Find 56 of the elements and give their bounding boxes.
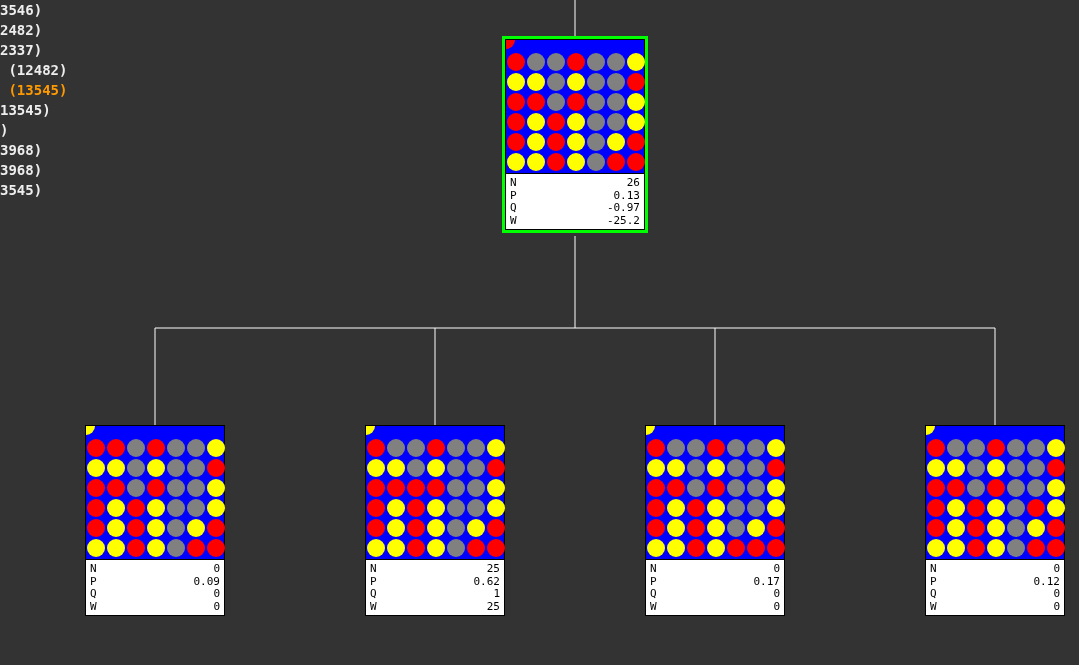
stat-value: 0	[773, 563, 780, 576]
stat-label: P	[90, 575, 97, 588]
stat-value: 25	[486, 563, 500, 576]
log-line: 3968)	[0, 141, 44, 160]
log-line: (13545)	[7, 81, 68, 100]
stat-label: Q	[650, 588, 657, 601]
stat-value: 0.17	[753, 575, 780, 588]
stat-value: 0.62	[473, 575, 500, 588]
stat-label: P	[510, 189, 517, 202]
stat-label: N	[370, 563, 377, 576]
connector-line	[574, 0, 576, 37]
log-line: 2482)	[0, 21, 44, 40]
stat-value: 0.13	[613, 189, 640, 202]
stat-label: N	[930, 563, 937, 576]
log-line: 3968)	[0, 161, 44, 180]
log-line: 3546)	[0, 1, 44, 20]
stat-label: P	[650, 575, 657, 588]
log-line: 3545)	[0, 181, 44, 200]
stat-value: 0	[773, 600, 780, 613]
stat-label: W	[510, 214, 517, 227]
stat-label: Q	[370, 588, 377, 601]
stat-value: 0	[213, 600, 220, 613]
stat-value: 1	[493, 588, 500, 601]
stat-value: -25.2	[606, 214, 640, 227]
stat-value: 0.12	[1033, 575, 1060, 588]
stat-value: 0.09	[193, 575, 220, 588]
tree-node[interactable]: N 0 P 0.09 Q 0 W 0	[85, 425, 225, 616]
selected-node-frame[interactable]: N 26 P 0.13 Q -0.97 W -25.2	[502, 36, 648, 233]
stat-value: 0	[1053, 588, 1060, 601]
stat-label: W	[930, 600, 937, 613]
log-line: )	[0, 121, 10, 140]
stat-label: W	[650, 600, 657, 613]
tree-node[interactable]: N 25 P 0.62 Q 1 W 25	[365, 425, 505, 616]
stat-value: 0	[1053, 600, 1060, 613]
stat-label: W	[370, 600, 377, 613]
stat-value: 0	[213, 563, 220, 576]
stat-value: 0	[773, 588, 780, 601]
log-line: (12482)	[7, 61, 68, 80]
stat-value: -0.97	[606, 202, 640, 215]
stat-label: Q	[90, 588, 97, 601]
tree-node[interactable]: N 0 P 0.12 Q 0 W 0	[925, 425, 1065, 616]
stat-value: 0	[1053, 563, 1060, 576]
stat-label: Q	[930, 588, 937, 601]
stat-value: 26	[626, 177, 640, 190]
stat-value: 25	[486, 600, 500, 613]
stat-label: P	[930, 575, 937, 588]
tree-node[interactable]: N 0 P 0.17 Q 0 W 0	[645, 425, 785, 616]
log-line: 2337)	[0, 41, 44, 60]
stat-label: W	[90, 600, 97, 613]
stat-value: 0	[213, 588, 220, 601]
stat-label: P	[370, 575, 377, 588]
stat-label: Q	[510, 202, 517, 215]
log-line: 13545)	[0, 101, 52, 120]
stat-label: N	[510, 177, 517, 190]
stat-label: N	[90, 563, 97, 576]
stat-label: N	[650, 563, 657, 576]
